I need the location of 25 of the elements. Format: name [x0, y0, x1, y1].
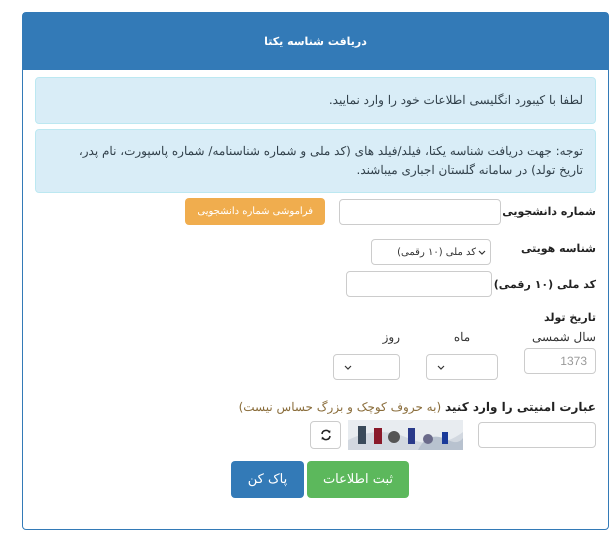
action-button[interactable]: پاک کن: [231, 461, 304, 498]
day-select[interactable]: [333, 354, 400, 380]
id-type-select[interactable]: کد ملی (۱۰ رقمی): [371, 239, 491, 265]
month-select[interactable]: [426, 354, 498, 380]
info-alert: لطفا با کیبورد انگلیسی اطلاعات خود را وارد نمایید.: [35, 77, 596, 124]
refresh-icon: [320, 429, 332, 441]
field-label: ماه: [452, 330, 472, 344]
refresh-button[interactable]: [310, 421, 341, 449]
national-id-field[interactable]: [346, 271, 492, 297]
field-label: تاریخ تولد: [543, 311, 596, 324]
info-alert: توجه: جهت دریافت شناسه یکتا، فیلد/فیلد های (کد ملی و شماره شناسنامه/ شماره پاسپورت، نام پدر، تاریخ تولد) در سامانه گلستان اجباری میباشند.: [35, 129, 596, 193]
student-number-field[interactable]: [339, 198, 501, 224]
year-field[interactable]: 1373: [524, 348, 596, 374]
captcha-label: عبارت امنیتی را وارد کنید (به حروف کوچک و بزرگ حساس نیست): [238, 400, 596, 414]
field-label: شناسه هویتی: [520, 242, 596, 254]
action-button[interactable]: ثبت اطلاعات: [307, 461, 409, 498]
field-label: سال شمسی: [531, 330, 596, 344]
field-label: کد ملی (۱۰ رقمی): [492, 278, 596, 290]
field-label: شماره دانشجویی: [501, 205, 596, 218]
captcha-field[interactable]: [478, 422, 596, 448]
chevron-down-icon: [478, 250, 486, 254]
field-label: روز: [381, 330, 400, 344]
chevron-down-icon: [344, 364, 352, 370]
panel-title: دریافت شناسه یکتا: [264, 35, 367, 48]
chevron-down-icon: [437, 364, 445, 370]
